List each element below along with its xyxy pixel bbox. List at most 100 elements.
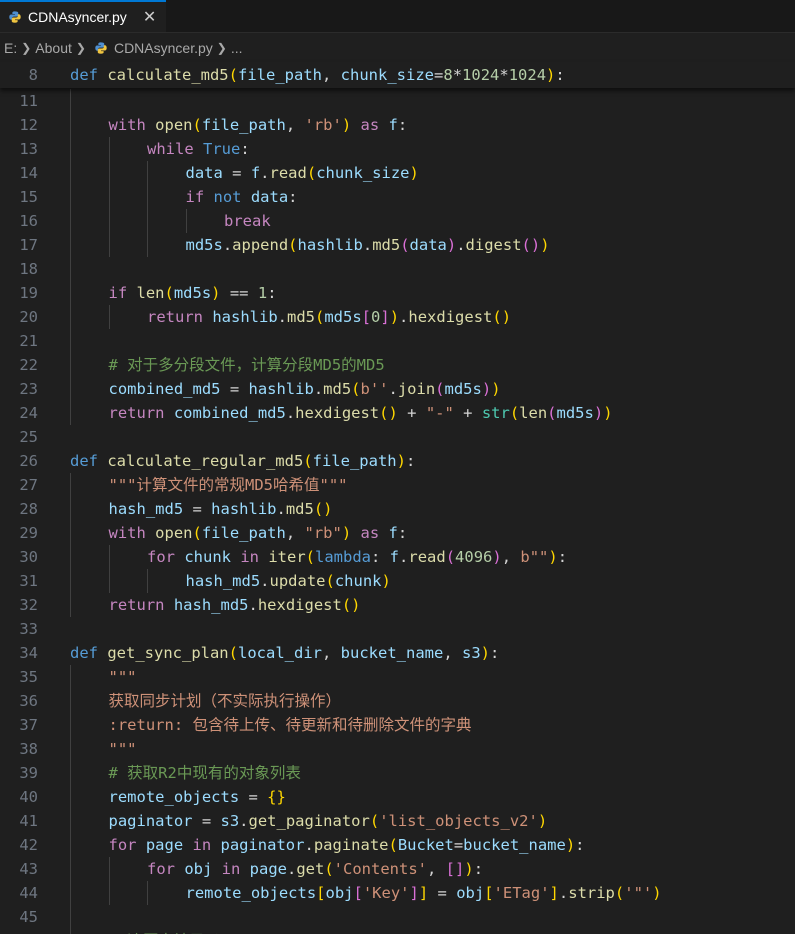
- line-number: 19: [19, 284, 38, 302]
- code-token: hash_md5: [173, 596, 249, 614]
- code-line[interactable]: 11: [0, 89, 795, 113]
- code-line[interactable]: 19 if len(md5s) == 1:: [0, 281, 795, 305]
- code-token: ): [652, 884, 662, 902]
- code-line[interactable]: 28 hash_md5 = hashlib.md5(): [0, 497, 795, 521]
- code-token: data: [185, 164, 223, 182]
- sticky-scroll-header[interactable]: 8 def calculate_md5(file_path, chunk_size…: [0, 62, 795, 88]
- code-token: get_paginator: [248, 812, 370, 830]
- code-line[interactable]: 17 md5s.append(hashlib.md5(data).digest()…: [0, 233, 795, 257]
- code-line[interactable]: 12 with open(file_path, 'rb') as f:: [0, 113, 795, 137]
- code-line[interactable]: 43 for obj in page.get('Contents', []):: [0, 857, 795, 881]
- code-token: md5s: [173, 284, 212, 302]
- code-line[interactable]: 25: [0, 425, 795, 449]
- code-line[interactable]: 31 hash_md5.update(chunk): [0, 569, 795, 593]
- line-number: 45: [19, 908, 38, 926]
- code-line[interactable]: 21: [0, 329, 795, 353]
- code-line[interactable]: 22 # 对于多分段文件，计算分段MD5的MD5: [0, 353, 795, 377]
- line-number: 17: [19, 236, 38, 254]
- code-token: iter: [268, 548, 306, 566]
- code-token: ): [546, 66, 556, 84]
- tab-cdnasyncer[interactable]: CDNAsyncer.py ✕: [0, 0, 167, 32]
- breadcrumb-folder[interactable]: About: [35, 40, 72, 56]
- code-token: ): [341, 116, 352, 134]
- code-line[interactable]: 35 """: [0, 665, 795, 689]
- code-line[interactable]: 20 return hashlib.md5(md5s[0]).hexdigest(…: [0, 305, 795, 329]
- code-token: file_path: [201, 524, 286, 542]
- code-token: (): [341, 596, 361, 614]
- code-line[interactable]: 15 if not data:: [0, 185, 795, 209]
- breadcrumb-more[interactable]: ...: [231, 40, 243, 56]
- code-token: (: [228, 66, 238, 84]
- code-token: file_path: [312, 452, 397, 470]
- code-text: return combined_md5.hexdigest() + "-" + …: [109, 401, 613, 425]
- code-token: ,: [322, 66, 341, 84]
- close-icon[interactable]: ✕: [143, 7, 156, 27]
- code-line[interactable]: 44 remote_objects[obj['Key']] = obj['ETag…: [0, 881, 795, 905]
- code-line[interactable]: 40 remote_objects = {}: [0, 785, 795, 809]
- code-line[interactable]: 13 while True:: [0, 137, 795, 161]
- code-token: append: [232, 236, 289, 254]
- code-text: 获取同步计划（不实际执行操作）: [109, 689, 342, 713]
- code-token: Bucket: [397, 836, 454, 854]
- code-token: lambda: [315, 548, 371, 566]
- code-token: join: [397, 380, 436, 398]
- code-line[interactable]: 24 return combined_md5.hexdigest() + "-" …: [0, 401, 795, 425]
- code-token: strip: [568, 884, 615, 902]
- code-line[interactable]: 16 break: [0, 209, 795, 233]
- code-line[interactable]: 26 def calculate_regular_md5(file_path):: [0, 449, 795, 473]
- code-line[interactable]: 38 """: [0, 737, 795, 761]
- tab-label: CDNAsyncer.py: [28, 9, 127, 25]
- code-line[interactable]: 37:return: 包含待上传、待更新和待删除文件的字典: [0, 713, 795, 737]
- code-token: :: [267, 284, 277, 302]
- code-token: (: [445, 548, 456, 566]
- code-line[interactable]: 34 def get_sync_plan(local_dir, bucket_na…: [0, 641, 795, 665]
- code-token: 1: [257, 284, 268, 302]
- line-number: 42: [19, 836, 38, 854]
- code-token: :: [405, 452, 416, 470]
- line-number: 21: [19, 332, 38, 350]
- code-token: 0: [371, 308, 381, 326]
- code-line[interactable]: 23 combined_md5 = hashlib.md5(b''.join(md…: [0, 377, 795, 401]
- code-token: ): [492, 548, 502, 566]
- code-token: as: [351, 524, 389, 542]
- code-line[interactable]: 42 for page in paginator.paginate(Bucket=…: [0, 833, 795, 857]
- breadcrumb-file[interactable]: CDNAsyncer.py: [114, 40, 213, 56]
- code-token: open: [155, 524, 193, 542]
- code-line[interactable]: 36 获取同步计划（不实际执行操作）: [0, 689, 795, 713]
- line-number: 39: [19, 764, 38, 782]
- code-token: (): [492, 308, 512, 326]
- code-line[interactable]: 27 """计算文件的常规MD5哈希值""": [0, 473, 795, 497]
- code-editor[interactable]: 11 12 with open(file_path, 'rb') as f: 13 wh…: [0, 62, 795, 934]
- code-token: for: [147, 548, 185, 566]
- code-line[interactable]: 8 def calculate_md5(file_path, chunk_size…: [0, 63, 795, 87]
- code-token: ): [491, 380, 501, 398]
- code-token: obj: [325, 884, 354, 902]
- code-token: # 获取R2中现有的对象列表: [108, 764, 301, 782]
- code-token: update: [269, 572, 326, 590]
- code-token: remote_objects: [185, 884, 317, 902]
- code-token: # 对于多分段文件，计算分段MD5的MD5: [108, 356, 385, 374]
- code-token: :: [557, 548, 568, 566]
- code-token: ): [396, 452, 406, 470]
- line-number: 25: [19, 428, 38, 446]
- code-line[interactable]: 45: [0, 905, 795, 929]
- code-line[interactable]: 18: [0, 257, 795, 281]
- code-line[interactable]: 14 data = f.read(chunk_size): [0, 161, 795, 185]
- code-token: (: [315, 308, 325, 326]
- code-token: hash_md5: [185, 572, 261, 590]
- code-line[interactable]: 39 # 获取R2中现有的对象列表: [0, 761, 795, 785]
- breadcrumb-drive[interactable]: E:: [4, 40, 17, 56]
- code-text: hash_md5.update(chunk): [186, 569, 391, 593]
- code-line[interactable]: 33: [0, 617, 795, 641]
- code-line[interactable]: 29 with open(file_path, "rb") as f:: [0, 521, 795, 545]
- code-line[interactable]: 32 return hash_md5.hexdigest(): [0, 593, 795, 617]
- code-text: if len(md5s) == 1:: [109, 281, 277, 305]
- code-line[interactable]: 46 # 遍历本地目录: [0, 929, 795, 934]
- code-token: 1024: [462, 66, 500, 84]
- code-token: ==: [220, 284, 258, 302]
- chevron-right-icon: ❯: [21, 41, 32, 55]
- code-token: :: [240, 140, 250, 158]
- code-line[interactable]: 41 paginator = s3.get_paginator('list_obj…: [0, 809, 795, 833]
- code-line[interactable]: 30 for chunk in iter(lambda: f.read(4096)…: [0, 545, 795, 569]
- code-text: md5s.append(hashlib.md5(data).digest()): [186, 233, 550, 257]
